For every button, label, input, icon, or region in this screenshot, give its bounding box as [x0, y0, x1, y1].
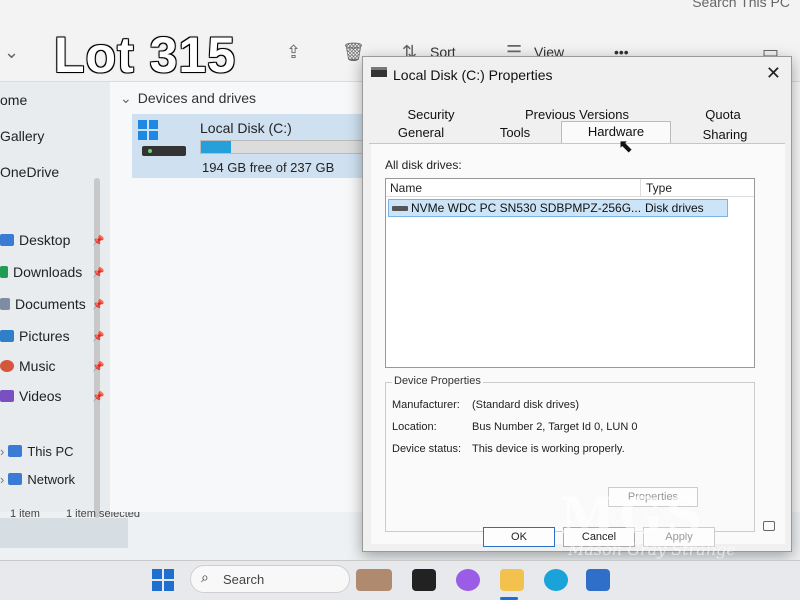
chevron-right-icon[interactable]: ›	[0, 472, 4, 487]
documents-icon	[0, 298, 10, 310]
network-icon	[8, 473, 23, 485]
close-button[interactable]: ✕	[766, 63, 781, 84]
pin-icon[interactable]: 📌	[92, 300, 104, 311]
tab-sharing[interactable]: Sharing	[675, 125, 775, 145]
videos-icon	[0, 390, 14, 402]
tab-general[interactable]: General	[373, 123, 469, 143]
widget-icon[interactable]	[356, 569, 392, 591]
group-title: Device Properties	[392, 375, 483, 387]
sidebar-item-home[interactable]: ome	[0, 92, 27, 108]
drive-free-space: 194 GB free of 237 GB	[202, 160, 335, 175]
section-header-label: Devices and drives	[137, 90, 257, 106]
section-header[interactable]: ⌄ Devices and drives	[120, 90, 256, 107]
sidebar-item-label: Pictures	[19, 328, 70, 344]
sidebar-item-label: Videos	[19, 388, 62, 404]
sidebar-item-label: OneDrive	[0, 164, 60, 180]
sidebar-item-videos[interactable]: Videos	[0, 388, 62, 404]
brand-watermark: MGS	[560, 486, 707, 545]
properties-dialog: Local Disk (C:) Properties ✕ Security Pr…	[362, 56, 792, 552]
tab-quota[interactable]: Quota	[673, 105, 773, 125]
pin-icon[interactable]: 📌	[92, 268, 104, 279]
computer-icon	[8, 445, 23, 457]
store-icon[interactable]	[586, 569, 610, 591]
disk-drive-icon	[392, 206, 408, 211]
pictures-icon	[0, 330, 14, 342]
chevron-down-icon[interactable]: ⌄	[120, 90, 132, 106]
sidebar-item-label: Documents	[15, 296, 86, 312]
dialog-title: Local Disk (C:) Properties	[393, 67, 553, 83]
sidebar-item-label: Network	[27, 472, 76, 487]
copilot-icon[interactable]	[456, 569, 480, 591]
task-view-icon[interactable]	[412, 569, 436, 591]
sidebar-item-label: Music	[19, 358, 56, 374]
tab-tools[interactable]: Tools	[473, 123, 557, 143]
sidebar-item-desktop[interactable]: Desktop	[0, 232, 70, 248]
drive-usage-bar	[200, 140, 370, 154]
ok-button[interactable]: OK	[483, 527, 555, 547]
sidebar-item-onedrive[interactable]: OneDrive	[0, 164, 59, 180]
sidebar-item-label: This PC	[27, 444, 74, 459]
location-label: Location:	[392, 421, 437, 433]
list-item[interactable]: NVMe WDC PC SN530 SDBPMPZ-256G... Disk d…	[388, 199, 728, 217]
sidebar-item-network[interactable]: › Network	[0, 472, 75, 487]
drive-icon	[371, 67, 387, 77]
taskbar-search[interactable]: ⌕ Search	[190, 565, 350, 593]
location-value: Bus Number 2, Target Id 0, LUN 0	[472, 421, 638, 433]
search-box[interactable]: Search This PC	[692, 0, 790, 10]
item-count: 1 item	[10, 508, 40, 520]
device-status-label: Device status:	[392, 443, 462, 455]
column-header-name[interactable]: Name	[390, 181, 422, 195]
manufacturer-value: (Standard disk drives)	[472, 399, 579, 411]
list-header: Name Type	[386, 179, 754, 197]
pin-icon[interactable]: 📌	[92, 392, 104, 403]
share-icon[interactable]: ⇪	[286, 42, 301, 63]
download-icon	[0, 266, 8, 278]
music-icon	[0, 360, 14, 372]
sidebar-item-label: Gallery	[0, 128, 45, 144]
file-explorer-icon[interactable]	[500, 569, 524, 591]
sidebar-item-label: Desktop	[19, 232, 71, 248]
sidebar-item-label: Downloads	[13, 264, 83, 280]
screen: Search This PC ⌄ ⇪ 🗑 ⇅ Sort ☰ View ••• ▭…	[0, 0, 800, 560]
all-disk-drives-label: All disk drives:	[385, 158, 462, 172]
pin-icon[interactable]: 📌	[92, 332, 104, 343]
mouse-cursor-icon: ⬉	[618, 136, 634, 157]
disk-drives-list[interactable]: Name Type NVMe WDC PC SN530 SDBPMPZ-256G…	[385, 178, 755, 368]
sidebar-item-this-pc[interactable]: › This PC	[0, 444, 74, 459]
desktop-icon	[0, 234, 14, 246]
tab-hardware[interactable]: Hardware	[561, 121, 671, 144]
sidebar-item-gallery[interactable]: Gallery	[0, 128, 44, 144]
resize-grip-icon[interactable]	[763, 521, 775, 531]
drive-tile[interactable]: Local Disk (C:) 194 GB free of 237 GB	[132, 114, 372, 178]
manufacturer-label: Manufacturer:	[392, 399, 460, 411]
drive-icon	[142, 146, 186, 156]
column-separator[interactable]	[640, 179, 641, 197]
start-button[interactable]	[152, 569, 174, 591]
lot-watermark: Lot 315	[54, 27, 237, 83]
drive-usage-fill	[201, 141, 232, 153]
pin-icon[interactable]: 📌	[92, 236, 104, 247]
column-header-type[interactable]: Type	[646, 181, 672, 195]
sidebar-item-downloads[interactable]: Downloads	[0, 264, 82, 280]
taskbar: ⌕ Search	[0, 560, 800, 600]
sidebar-scrollbar[interactable]	[94, 178, 100, 518]
chevron-right-icon[interactable]: ›	[0, 444, 4, 459]
sidebar-item-documents[interactable]: Documents	[0, 296, 86, 312]
sidebar-item-label: ome	[0, 92, 28, 108]
drive-type: Disk drives	[645, 201, 704, 215]
taskbar-search-label: Search	[223, 572, 265, 587]
edge-icon[interactable]	[544, 569, 568, 591]
brand-watermark-subtitle: Mason Gray Strange	[568, 540, 736, 559]
device-status-value: This device is working properly.	[472, 443, 625, 455]
search-icon: ⌕	[201, 570, 209, 586]
chevron-down-icon[interactable]: ⌄	[4, 42, 19, 63]
drive-name: Local Disk (C:)	[200, 120, 292, 136]
hardware-tab-panel: All disk drives: Name Type NVMe WDC PC S…	[371, 144, 785, 544]
tab-security[interactable]: Security	[379, 105, 483, 125]
pin-icon[interactable]: 📌	[92, 362, 104, 373]
windows-logo-icon	[138, 120, 158, 140]
sidebar-item-pictures[interactable]: Pictures	[0, 328, 70, 344]
sidebar-item-music[interactable]: Music	[0, 358, 56, 374]
drive-model: NVMe WDC PC SN530 SDBPMPZ-256G...	[411, 201, 642, 215]
